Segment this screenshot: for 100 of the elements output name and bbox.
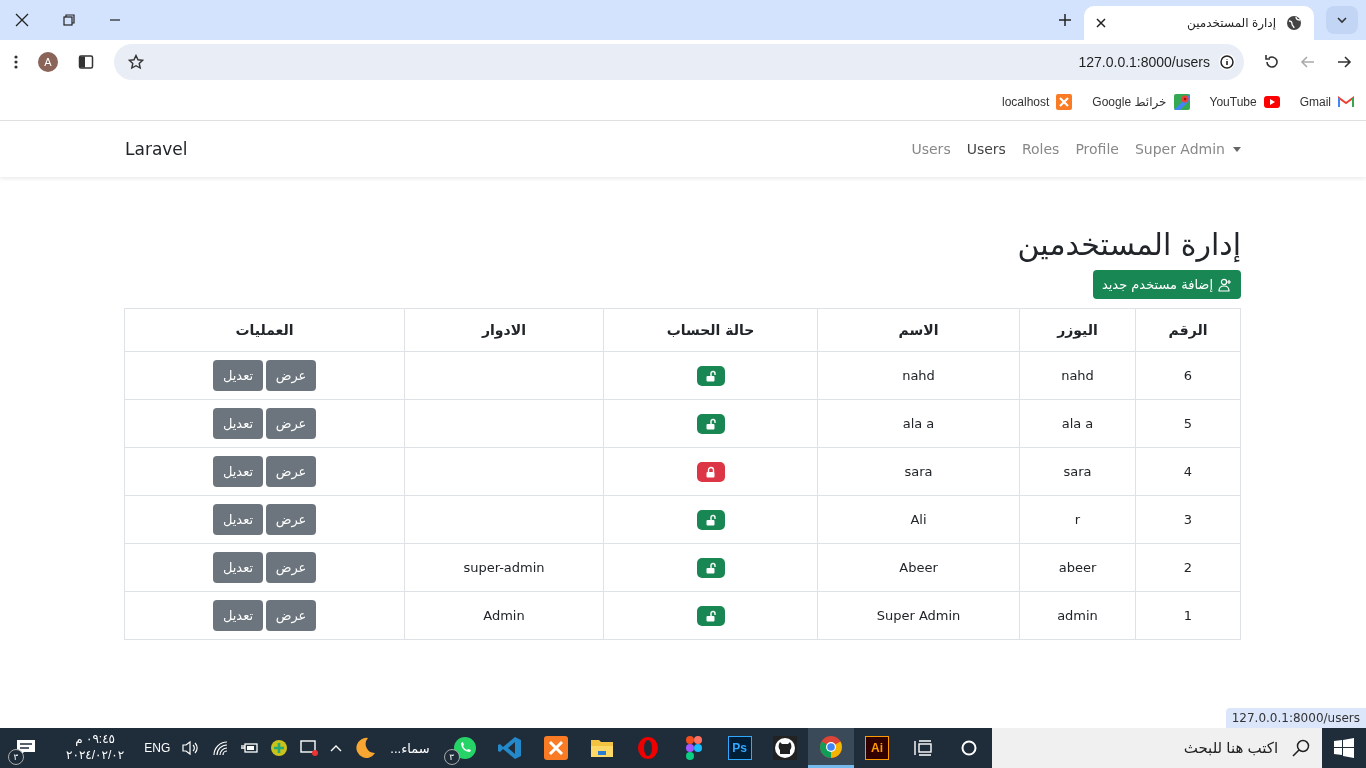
table-cell: 4 bbox=[1135, 447, 1241, 496]
action-button[interactable]: عرض bbox=[266, 552, 316, 583]
notification-badge: ٣ bbox=[443, 749, 460, 765]
nav-link[interactable]: Users bbox=[966, 141, 1006, 157]
restore-icon[interactable] bbox=[63, 14, 75, 26]
nav-link[interactable]: Users bbox=[911, 141, 951, 157]
unlocked-icon bbox=[705, 417, 716, 430]
taskbar-app[interactable]: Ai bbox=[854, 728, 900, 768]
table-cell: ala a bbox=[1019, 399, 1136, 448]
monitor-icon[interactable] bbox=[300, 740, 319, 756]
column-header: الادوار bbox=[404, 308, 604, 352]
chevron-up-icon[interactable] bbox=[330, 744, 343, 752]
status-url: 127.0.0.1:8000/users bbox=[1225, 708, 1366, 728]
wifi-icon[interactable] bbox=[212, 740, 229, 756]
action-button[interactable]: عرض bbox=[266, 360, 316, 391]
language-indicator[interactable]: ENG bbox=[144, 741, 171, 755]
map-pin-icon bbox=[1173, 94, 1190, 110]
brand-link[interactable]: Laravel bbox=[125, 139, 188, 159]
table-cell: admin bbox=[1019, 591, 1136, 640]
table-cell: Abeer bbox=[817, 543, 1020, 592]
chevron-down-icon bbox=[1336, 14, 1348, 26]
action-button[interactable]: عرض bbox=[266, 600, 316, 631]
column-header: الرقم bbox=[1135, 308, 1241, 352]
notification-button[interactable]: ٣ bbox=[6, 728, 46, 768]
add-user-icon bbox=[1218, 277, 1232, 292]
reload-icon[interactable] bbox=[1264, 54, 1280, 70]
bookmark[interactable]: YouTube bbox=[1209, 95, 1280, 109]
weather-widget[interactable]: سماء... bbox=[342, 728, 442, 768]
side-panel-icon[interactable] bbox=[78, 54, 94, 70]
column-header: حالة الحساب bbox=[603, 308, 818, 352]
action-button[interactable]: تعديل bbox=[213, 600, 263, 631]
windows-icon bbox=[1334, 738, 1355, 758]
table-cell: 3 bbox=[1135, 495, 1241, 544]
star-icon[interactable] bbox=[128, 54, 144, 70]
bookmark[interactable]: localhost bbox=[1002, 94, 1073, 110]
table-cell: 5 bbox=[1135, 399, 1241, 448]
action-button[interactable]: عرض bbox=[266, 408, 316, 439]
opera-icon bbox=[636, 736, 659, 760]
profile-avatar[interactable]: A bbox=[38, 52, 58, 72]
nav-link[interactable]: Super Admin bbox=[1134, 141, 1241, 157]
address-bar[interactable]: 127.0.0.1:8000/users bbox=[114, 44, 1244, 80]
table-cell: Super Admin bbox=[817, 591, 1020, 640]
action-button[interactable]: تعديل bbox=[213, 552, 263, 583]
unlocked-icon bbox=[705, 369, 716, 382]
tab-title: إدارة المستخدمين bbox=[1186, 16, 1276, 30]
nav-link[interactable]: Profile bbox=[1075, 141, 1119, 157]
tab-list-button[interactable] bbox=[1326, 6, 1358, 34]
figma-icon bbox=[685, 736, 702, 760]
table-cell: r bbox=[1019, 495, 1136, 544]
search-field[interactable]: اكتب هنا للبحث bbox=[991, 728, 1323, 768]
action-button[interactable]: عرض bbox=[266, 456, 316, 487]
task-view-icon bbox=[913, 740, 932, 756]
xampp-icon bbox=[1056, 94, 1073, 110]
table-cell: nahd bbox=[1019, 351, 1136, 400]
table-cell: Ali bbox=[817, 495, 1020, 544]
add-user-button[interactable]: إضافة مستخدم جديد bbox=[1092, 270, 1241, 299]
code-editor-icon bbox=[498, 736, 523, 760]
url-text: 127.0.0.1:8000/users bbox=[1078, 54, 1210, 70]
action-button[interactable]: تعديل bbox=[213, 408, 263, 439]
clock[interactable]: ٠٩:٤٥ م ٢٠٢٤/٠٢/٠٢ bbox=[58, 732, 133, 764]
nav-link[interactable]: Roles bbox=[1021, 141, 1060, 157]
search-icon bbox=[1292, 739, 1311, 757]
page-title: إدارة المستخدمين bbox=[1016, 227, 1241, 262]
menu-icon[interactable] bbox=[14, 54, 18, 70]
close-icon[interactable] bbox=[1096, 18, 1106, 28]
table-cell: super-admin bbox=[404, 543, 604, 592]
table-cell: 6 bbox=[1135, 351, 1241, 400]
bookmark[interactable]: Gmail bbox=[1299, 95, 1354, 109]
globe-icon bbox=[1286, 15, 1302, 31]
plus-badge-icon[interactable] bbox=[270, 739, 289, 757]
speaker-icon[interactable] bbox=[182, 740, 201, 756]
new-tab-icon[interactable] bbox=[1058, 13, 1072, 27]
action-button[interactable]: عرض bbox=[266, 504, 316, 535]
action-button[interactable]: تعديل bbox=[213, 456, 263, 487]
photoshop-icon: Ps bbox=[727, 736, 752, 760]
unlocked-icon bbox=[705, 513, 716, 526]
taskbar-app[interactable]: Ps bbox=[716, 728, 763, 768]
play-icon bbox=[1263, 96, 1280, 108]
battery-icon[interactable] bbox=[240, 741, 259, 755]
action-button[interactable]: تعديل bbox=[213, 360, 263, 391]
column-header: اليوزر bbox=[1019, 308, 1136, 352]
taskbar-app[interactable] bbox=[808, 728, 855, 768]
table-cell: ala a bbox=[817, 399, 1020, 448]
browser-tab[interactable]: إدارة المستخدمين bbox=[1084, 6, 1314, 40]
folder-icon bbox=[590, 737, 615, 759]
info-icon[interactable] bbox=[1218, 53, 1236, 71]
column-header: العمليات bbox=[124, 308, 405, 352]
back-icon[interactable] bbox=[1336, 54, 1352, 70]
close-icon[interactable] bbox=[15, 13, 29, 27]
table-cell: 2 bbox=[1135, 543, 1241, 592]
moon-icon bbox=[354, 737, 377, 759]
table-cell: 1 bbox=[1135, 591, 1241, 640]
xampp-icon bbox=[544, 736, 569, 760]
chrome-icon bbox=[819, 734, 844, 759]
bookmark[interactable]: خرائط Google bbox=[1092, 94, 1190, 110]
circle-icon bbox=[960, 740, 977, 756]
action-button[interactable]: تعديل bbox=[213, 504, 263, 535]
table-cell: nahd bbox=[817, 351, 1020, 400]
table-cell: abeer bbox=[1019, 543, 1136, 592]
taskbar-app[interactable]: ٣ bbox=[441, 728, 488, 768]
